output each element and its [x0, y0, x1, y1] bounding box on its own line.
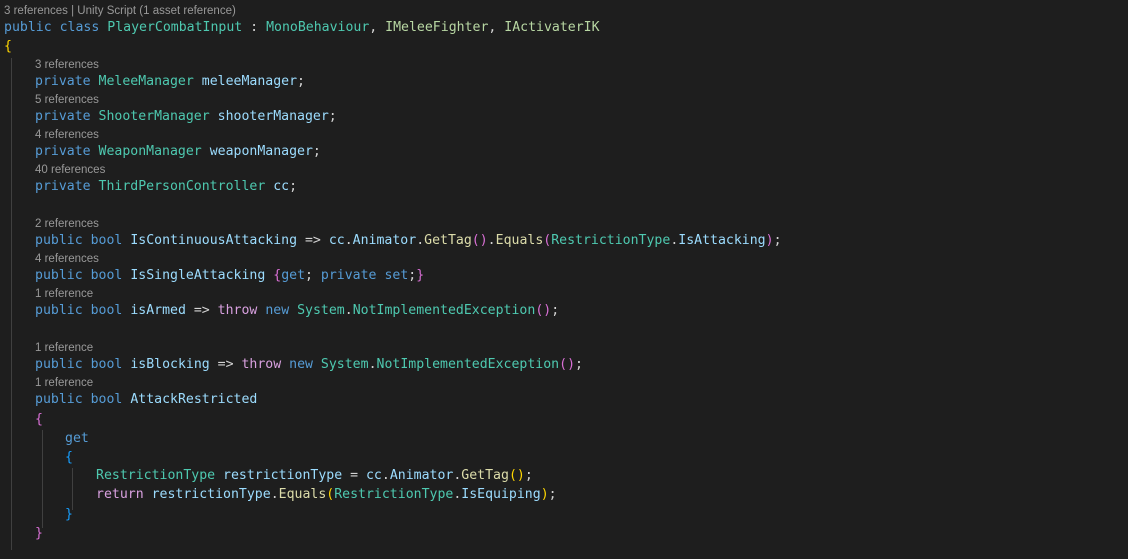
namespace-name: System	[297, 303, 345, 318]
field-name: weaponManager	[209, 144, 313, 159]
keyword-public: public	[35, 303, 83, 318]
keyword-bool: bool	[90, 357, 123, 372]
code-line-local-declaration: RestrictionType restrictionType = cc.Ani…	[96, 468, 533, 483]
keyword-new: new	[265, 303, 290, 318]
keyword-private: private	[35, 109, 91, 124]
code-line-property: public bool isArmed => throw new System.…	[35, 303, 560, 318]
local-variable: restrictionType	[151, 487, 271, 502]
property-name: IsSingleAttacking	[130, 268, 266, 283]
property-name: isBlocking	[130, 357, 210, 372]
keyword-throw: throw	[241, 357, 282, 372]
code-lens-references[interactable]: 3 references	[35, 58, 99, 72]
interface-name: IActivaterIK	[504, 20, 600, 35]
type-name: WeaponManager	[98, 144, 202, 159]
keyword-return: return	[96, 487, 144, 502]
code-lens-references[interactable]: 40 references	[35, 163, 105, 177]
interface-name: IMeleeFighter	[385, 20, 489, 35]
keyword-private: private	[35, 74, 91, 89]
keyword-private: private	[35, 144, 91, 159]
code-line-open-brace: {	[4, 37, 12, 56]
brace-close: }	[65, 507, 73, 522]
keyword-bool: bool	[90, 303, 123, 318]
brace-open: {	[35, 412, 43, 427]
type-name: RestrictionType	[96, 468, 216, 483]
member-ref: Animator	[352, 233, 417, 248]
type-name: RestrictionType	[551, 233, 671, 248]
local-variable: restrictionType	[223, 468, 343, 483]
code-line-close-brace: }	[35, 524, 43, 543]
brace-close: }	[35, 526, 43, 541]
code-lens-references[interactable]: 2 references	[35, 217, 99, 231]
namespace-name: System	[320, 357, 369, 372]
type-name: MeleeManager	[98, 74, 194, 89]
keyword-bool: bool	[90, 392, 123, 407]
code-line-property: public bool isBlocking => throw new Syst…	[35, 357, 583, 372]
method-call: Equals	[278, 487, 327, 502]
code-lens-references[interactable]: 4 references	[35, 252, 99, 266]
brace-open: {	[65, 450, 73, 465]
code-lens-references[interactable]: 5 references	[35, 93, 99, 107]
code-line-property: public bool IsContinuousAttacking => cc.…	[35, 233, 782, 248]
indent-guide	[42, 430, 43, 528]
keyword-private: private	[35, 179, 91, 194]
code-line-field: private ShooterManager shooterManager;	[35, 109, 337, 124]
code-line-close-brace: }	[65, 505, 73, 524]
brace-open: {	[4, 39, 12, 54]
property-name: IsContinuousAttacking	[130, 233, 298, 248]
code-line-field: private ThirdPersonController cc;	[35, 179, 298, 194]
type-name: RestrictionType	[334, 487, 454, 502]
field-name: meleeManager	[201, 74, 298, 89]
type-name: NotImplementedException	[352, 303, 536, 318]
keyword-public: public	[4, 20, 52, 35]
enum-member: IsAttacking	[678, 233, 766, 248]
method-call: GetTag	[424, 233, 472, 248]
keyword-private: private	[320, 268, 377, 283]
keyword-set: set	[384, 268, 409, 283]
keyword-bool: bool	[90, 233, 123, 248]
code-lens-references[interactable]: 1 reference	[35, 376, 93, 390]
keyword-throw: throw	[217, 303, 258, 318]
field-name: cc	[273, 179, 290, 194]
indent-guide	[72, 468, 73, 510]
method-call: GetTag	[461, 468, 509, 483]
code-line-property: public bool IsSingleAttacking {get; priv…	[35, 268, 425, 283]
field-name: shooterManager	[217, 109, 329, 124]
keyword-public: public	[35, 233, 83, 248]
member-ref: Animator	[389, 468, 454, 483]
keyword-get: get	[281, 268, 306, 283]
property-name: AttackRestricted	[130, 392, 258, 407]
code-line-open-brace: {	[35, 410, 43, 429]
class-name: PlayerCombatInput	[107, 20, 243, 35]
keyword-get: get	[65, 431, 89, 446]
code-line-field: private MeleeManager meleeManager;	[35, 74, 305, 89]
code-lens-references[interactable]: 4 references	[35, 128, 99, 142]
code-line-class-declaration: public class PlayerCombatInput : MonoBeh…	[4, 20, 600, 35]
type-name: ThirdPersonController	[98, 179, 266, 194]
code-line-getter: get	[65, 429, 89, 448]
code-line-field: private WeaponManager weaponManager;	[35, 144, 321, 159]
code-lens-class-references[interactable]: 3 references | Unity Script (1 asset ref…	[4, 4, 236, 18]
type-name: NotImplementedException	[376, 357, 560, 372]
variable-ref: cc	[328, 233, 345, 248]
type-name: ShooterManager	[98, 109, 210, 124]
variable-ref: cc	[365, 468, 382, 483]
keyword-public: public	[35, 392, 83, 407]
code-line-open-brace: {	[65, 448, 73, 467]
method-call: Equals	[495, 233, 544, 248]
keyword-public: public	[35, 268, 83, 283]
property-name: isArmed	[130, 303, 186, 318]
keyword-public: public	[35, 357, 83, 372]
indent-guide	[11, 58, 12, 550]
keyword-new: new	[289, 357, 313, 372]
enum-member: IsEquiping	[461, 487, 541, 502]
keyword-bool: bool	[90, 268, 123, 283]
keyword-class: class	[59, 20, 100, 35]
code-line-return: return restrictionType.Equals(Restrictio…	[96, 487, 557, 502]
code-lens-references[interactable]: 1 reference	[35, 287, 93, 301]
base-class: MonoBehaviour	[266, 20, 370, 35]
code-line-property: public bool AttackRestricted	[35, 390, 257, 409]
code-lens-references[interactable]: 1 reference	[35, 341, 93, 355]
code-editor[interactable]: 3 references | Unity Script (1 asset ref…	[0, 0, 1128, 559]
